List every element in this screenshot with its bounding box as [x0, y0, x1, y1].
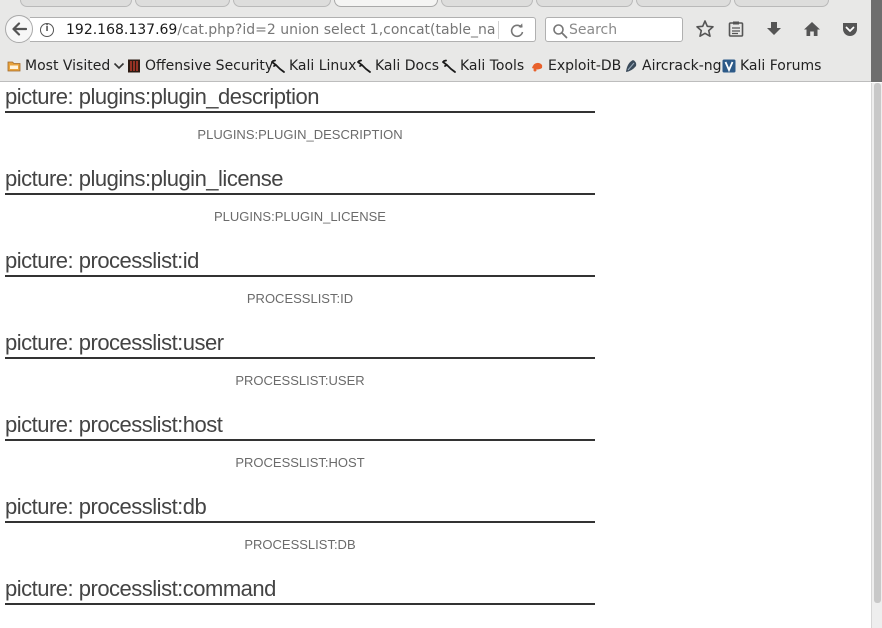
reading-list-button[interactable] [724, 17, 748, 41]
aircrack-icon [626, 60, 637, 72]
entry-caption: PROCESSLIST:ID [246, 291, 354, 306]
tab-1[interactable] [20, 0, 132, 7]
page-content: picture: plugins:plugin_description PLUG… [0, 83, 870, 628]
folder-icon [7, 61, 21, 72]
entry-caption: PLUGINS:PLUGIN_LICENSE [214, 209, 386, 224]
bookmark-aircrack-ng[interactable]: Aircrack-ng [624, 55, 722, 77]
picture-entry: picture: plugins:plugin_license PLUGINS:… [5, 165, 595, 224]
site-info-icon[interactable]: i [40, 23, 54, 37]
page-scrollbar[interactable] [871, 83, 882, 628]
tab-7[interactable] [636, 0, 731, 7]
bookmark-exploit-db[interactable]: Exploit-DB [530, 55, 621, 77]
bookmark-label: Kali Docs [375, 58, 440, 74]
scrollbar-thumb[interactable] [874, 83, 881, 603]
tab-2[interactable] [135, 0, 230, 7]
tab-active[interactable] [334, 0, 438, 7]
home-icon [804, 22, 820, 36]
reload-icon[interactable] [508, 22, 526, 39]
url-separator [498, 21, 499, 39]
entry-title: picture: processlist:host [5, 411, 595, 441]
chevron-down-icon [114, 62, 125, 70]
kali-dragon-icon [357, 59, 371, 73]
download-arrow-icon [767, 22, 781, 35]
entry-title: picture: processlist:id [5, 247, 595, 277]
window-edge [871, 0, 882, 82]
bookmark-star-button[interactable] [693, 17, 717, 41]
offsec-icon [128, 59, 140, 73]
search-icon [553, 24, 568, 39]
entry-title: picture: processlist:db [5, 493, 595, 523]
kali-dragon-icon [271, 59, 285, 73]
navigation-bar: i 192.168.137.69/cat.php?id=2 union sele… [0, 12, 882, 46]
entry-title: picture: processlist:command [5, 575, 595, 605]
search-bar[interactable]: Search [545, 17, 683, 42]
bookmark-offensive-security[interactable]: Offensive Security [127, 55, 273, 77]
bookmark-label: Most Visited [25, 58, 111, 74]
tab-6[interactable] [536, 0, 633, 7]
entry-title: picture: plugins:plugin_description [5, 83, 595, 113]
bookmark-label: Exploit-DB [548, 58, 622, 74]
entry-caption: PROCESSLIST:HOST [235, 455, 365, 470]
bookmark-label: Kali Tools [460, 58, 525, 74]
url-host: 192.168.137.69 [66, 22, 178, 38]
search-placeholder: Search [569, 22, 618, 38]
entry-title: picture: plugins:plugin_license [5, 165, 595, 195]
picture-entry: picture: processlist:command [5, 575, 595, 605]
entry-caption: PROCESSLIST:DB [244, 537, 356, 552]
tab-5[interactable] [441, 0, 533, 7]
tab-3[interactable] [233, 0, 331, 7]
star-icon [696, 20, 714, 37]
exploit-db-icon [532, 62, 543, 72]
url-text[interactable]: 192.168.137.69/cat.php?id=2 union select… [66, 22, 496, 38]
back-button[interactable] [5, 15, 33, 43]
entry-caption: PLUGINS:PLUGIN_DESCRIPTION [197, 127, 403, 142]
bookmark-label: Offensive Security [145, 58, 274, 74]
bookmark-kali-forums[interactable]: Kali Forums [722, 55, 821, 77]
picture-entry: picture: processlist:user PROCESSLIST:US… [5, 329, 595, 388]
bookmark-most-visited[interactable]: Most Visited [7, 55, 125, 77]
picture-entry: picture: processlist:host PROCESSLIST:HO… [5, 411, 595, 470]
downloads-button[interactable] [762, 17, 786, 41]
bookmark-kali-tools[interactable]: Kali Tools [442, 55, 524, 77]
tab-strip [0, 0, 882, 10]
bookmark-kali-linux[interactable]: Kali Linux [271, 55, 356, 77]
pocket-button[interactable] [838, 17, 862, 41]
bookmark-kali-docs[interactable]: Kali Docs [357, 55, 439, 77]
browser-chrome: i 192.168.137.69/cat.php?id=2 union sele… [0, 0, 882, 82]
kali-forums-icon [722, 59, 736, 73]
bookmarks-toolbar: Most Visited Offensive Security Kali Lin… [0, 54, 882, 78]
bookmark-label: Aircrack-ng [642, 58, 722, 74]
url-path: /cat.php?id=2 union select 1,concat(tabl… [177, 22, 496, 38]
picture-entry: picture: plugins:plugin_description PLUG… [5, 83, 595, 142]
picture-entry: picture: processlist:id PROCESSLIST:ID [5, 247, 595, 306]
clipboard-icon [728, 21, 744, 37]
url-bar[interactable]: i 192.168.137.69/cat.php?id=2 union sele… [30, 17, 536, 42]
bookmark-label: Kali Forums [740, 58, 822, 74]
pocket-icon [843, 23, 857, 36]
back-arrow-icon [12, 22, 27, 36]
picture-entry: picture: processlist:db PROCESSLIST:DB [5, 493, 595, 552]
entry-title: picture: processlist:user [5, 329, 595, 359]
bookmark-label: Kali Linux [289, 58, 357, 74]
tab-8[interactable] [734, 0, 829, 7]
home-button[interactable] [800, 17, 824, 41]
entry-caption: PROCESSLIST:USER [235, 373, 365, 388]
kali-dragon-icon [442, 59, 456, 73]
